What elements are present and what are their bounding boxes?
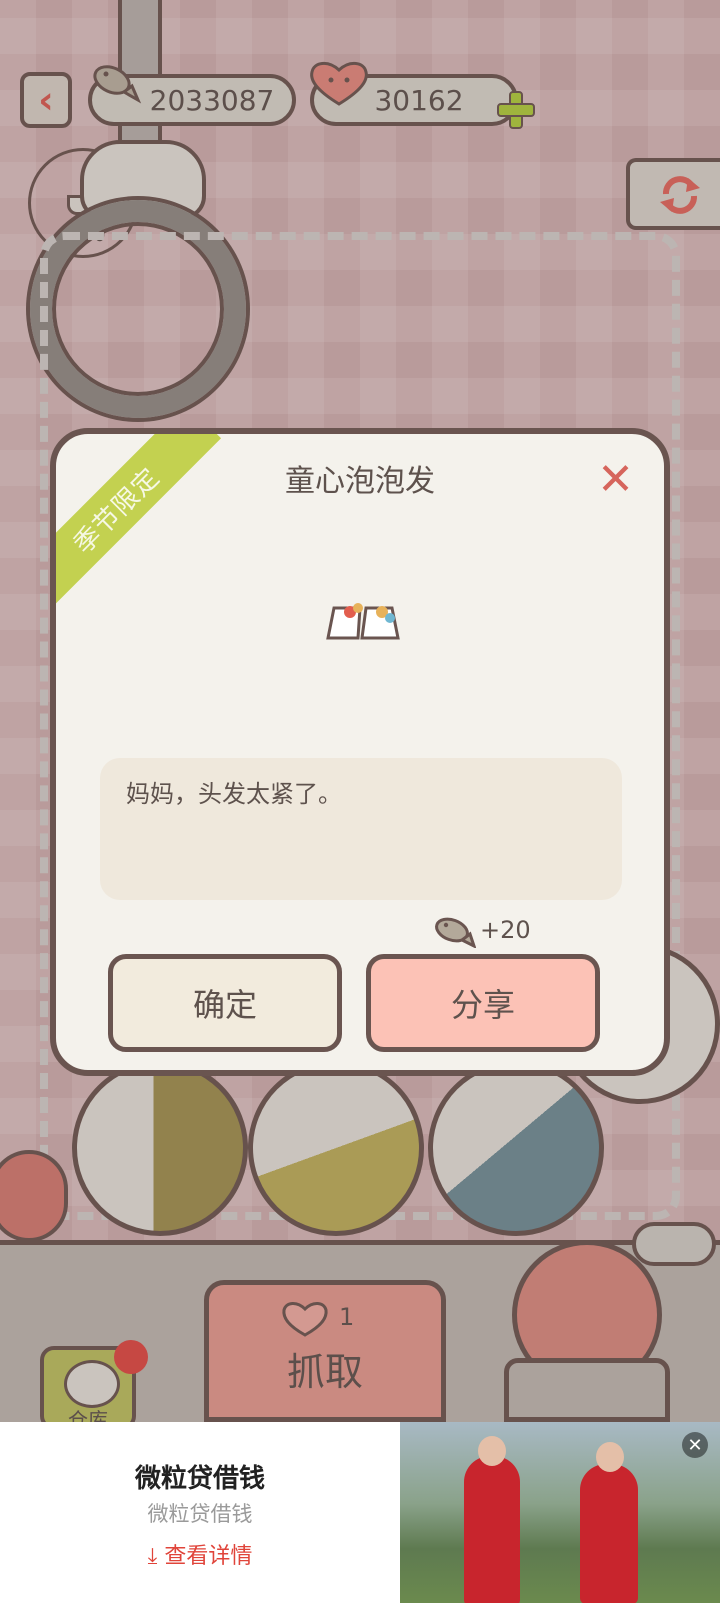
ad-video-thumbnail[interactable]: ✕ [400, 1422, 720, 1603]
ad-title: 微粒贷借钱 [134, 1464, 265, 1494]
reward-amount: +20 [432, 912, 531, 948]
game-screen: ‹ 2033087 30162 0/30 1 抓取 仓库 季节限定 童心泡泡发 … [0, 0, 720, 1422]
download-icon: ⤓ [147, 1544, 165, 1569]
dialog-title: 童心泡泡发 [285, 464, 435, 499]
ad-link-label: 查看详情 [164, 1544, 253, 1569]
ad-banner[interactable]: 微粒贷借钱 微粒贷借钱 ⤓ 查看详情 ✕ [0, 1422, 720, 1603]
ad-close-button[interactable]: ✕ [682, 1432, 708, 1458]
performer-head [596, 1442, 624, 1472]
performer-figure [464, 1456, 520, 1603]
share-button[interactable]: 分享 [366, 954, 600, 1052]
ad-text-block: 微粒贷借钱 微粒贷借钱 ⤓ 查看详情 [0, 1422, 400, 1603]
dialog-message: 妈妈，头发太紧了。 [126, 780, 342, 808]
confirm-button[interactable]: 确定 [108, 954, 342, 1052]
ad-subtitle: 微粒贷借钱 [147, 1502, 253, 1526]
performer-figure [580, 1464, 638, 1603]
reward-value: +20 [480, 916, 531, 944]
close-icon: ✕ [687, 1434, 703, 1456]
reward-dialog: 季节限定 童心泡泡发 ✕ 妈妈，头发太紧了。 +20 确定 分享 [50, 428, 670, 1076]
close-icon: ✕ [597, 454, 634, 505]
hair-clip-item-icon [326, 603, 400, 640]
close-button[interactable]: ✕ [597, 454, 634, 505]
dialog-message-box: 妈妈，头发太紧了。 [100, 758, 622, 900]
fish-icon [435, 917, 476, 948]
ad-details-link[interactable]: ⤓ 查看详情 [0, 1538, 400, 1570]
performer-head [478, 1436, 506, 1466]
